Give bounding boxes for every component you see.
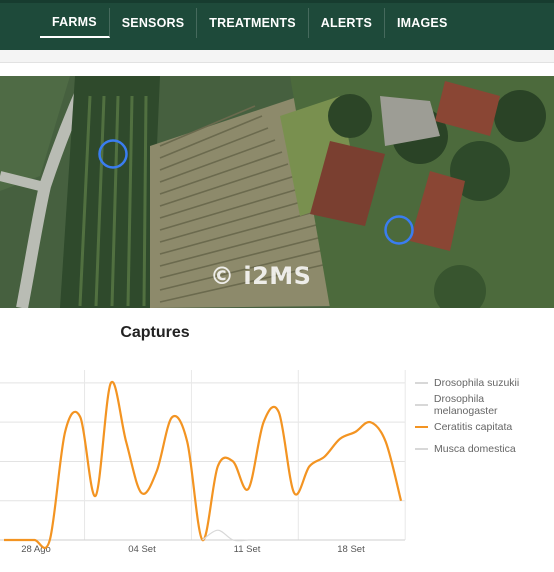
nav-sensors[interactable]: SENSORS — [110, 8, 198, 38]
trap-marker[interactable] — [98, 139, 128, 169]
legend-label: Musca domestica — [434, 443, 516, 455]
x-tick-label: 04 Set — [128, 544, 156, 555]
legend-swatch — [415, 382, 428, 384]
series-line-ceratitis-capitata — [4, 380, 403, 550]
nav-treatments[interactable]: TREATMENTS — [197, 8, 309, 38]
toolbar-strip — [0, 50, 554, 63]
x-tick-label: 11 Set — [234, 544, 261, 555]
map-watermark: © i2MS — [210, 262, 312, 290]
legend-label: Drosophila suzukii — [434, 377, 520, 389]
chart-legend: Drosophila suzukii Drosophila melanogast… — [415, 372, 550, 460]
trap-marker[interactable] — [384, 215, 414, 245]
legend-label: Ceratitis capitata — [434, 421, 513, 433]
legend-item-ceratitis-capitata[interactable]: Ceratitis capitata — [415, 416, 550, 438]
topbar-accent — [0, 0, 554, 3]
nav-farms[interactable]: FARMS — [40, 8, 110, 38]
chart-title: Captures — [120, 324, 190, 341]
legend-item-drosophila-melanogaster[interactable]: Drosophila melanogaster — [415, 393, 550, 417]
top-navigation-bar: FARMS SENSORS TREATMENTS ALERTS IMAGES — [0, 0, 554, 50]
x-tick-label: 28 Ago — [21, 544, 51, 555]
main-nav: FARMS SENSORS TREATMENTS ALERTS IMAGES — [40, 8, 460, 40]
legend-item-musca-domestica[interactable]: Musca domestica — [415, 438, 550, 460]
legend-item-drosophila-suzukii[interactable]: Drosophila suzukii — [415, 372, 550, 394]
legend-label: Drosophila melanogaster — [433, 393, 498, 417]
series-line-musca-domestica — [202, 529, 249, 542]
legend-swatch — [415, 404, 428, 406]
nav-alerts[interactable]: ALERTS — [309, 8, 385, 38]
legend-swatch — [415, 426, 428, 428]
nav-images[interactable]: IMAGES — [385, 8, 460, 38]
x-tick-label: 18 Set — [337, 544, 365, 555]
legend-swatch — [415, 448, 428, 450]
